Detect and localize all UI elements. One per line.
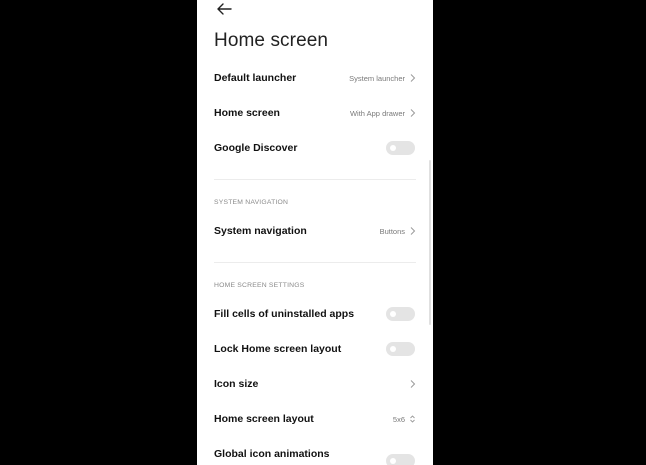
global-animations-label: Global icon animations [214,448,330,460]
home-screen-row[interactable]: Home screen With App drawer [214,101,416,125]
icon-size-row[interactable]: Icon size [214,372,416,396]
toggle-knob [390,458,396,464]
system-navigation-label: System navigation [214,225,307,237]
default-launcher-label: Default launcher [214,72,297,84]
toggle-knob [390,346,396,352]
global-animations-row: Global icon animations [214,442,416,465]
divider [214,179,416,180]
google-discover-row: Google Discover [214,136,416,160]
chevron-up-down-icon [410,415,415,423]
global-animations-toggle[interactable] [386,454,415,465]
settings-screen: Home screen Default launcher System laun… [197,0,433,465]
arrow-left-icon [217,3,232,15]
home-layout-label: Home screen layout [214,413,314,425]
divider [214,262,416,263]
fill-cells-toggle[interactable] [386,307,415,321]
page-title: Home screen [214,30,329,51]
default-launcher-row[interactable]: Default launcher System launcher [214,66,416,90]
default-launcher-value: System launcher [349,73,405,83]
google-discover-toggle[interactable] [386,141,415,155]
icon-size-label: Icon size [214,378,259,390]
lock-layout-label: Lock Home screen layout [214,343,342,355]
home-screen-value: With App drawer [349,108,405,118]
system-navigation-row[interactable]: System navigation Buttons [214,219,416,243]
fill-cells-row: Fill cells of uninstalled apps [214,302,416,326]
section-header-system-navigation: SYSTEM NAVIGATION [214,199,289,206]
fill-cells-label: Fill cells of uninstalled apps [214,308,355,320]
back-button[interactable] [213,0,235,18]
lock-layout-row: Lock Home screen layout [214,337,416,361]
chevron-right-icon [410,227,416,235]
chevron-right-icon [410,74,416,82]
home-screen-label: Home screen [214,107,280,119]
toggle-knob [390,311,396,317]
chevron-right-icon [410,109,416,117]
toggle-knob [390,145,396,151]
google-discover-label: Google Discover [214,142,298,154]
home-layout-value: 5x6 [392,414,405,424]
system-navigation-value: Buttons [379,226,405,236]
scrollbar[interactable] [429,160,431,325]
section-header-home-screen-settings: HOME SCREEN SETTINGS [214,282,305,289]
chevron-right-icon [410,380,416,388]
lock-layout-toggle[interactable] [386,342,415,356]
home-layout-row[interactable]: Home screen layout 5x6 [214,407,416,431]
